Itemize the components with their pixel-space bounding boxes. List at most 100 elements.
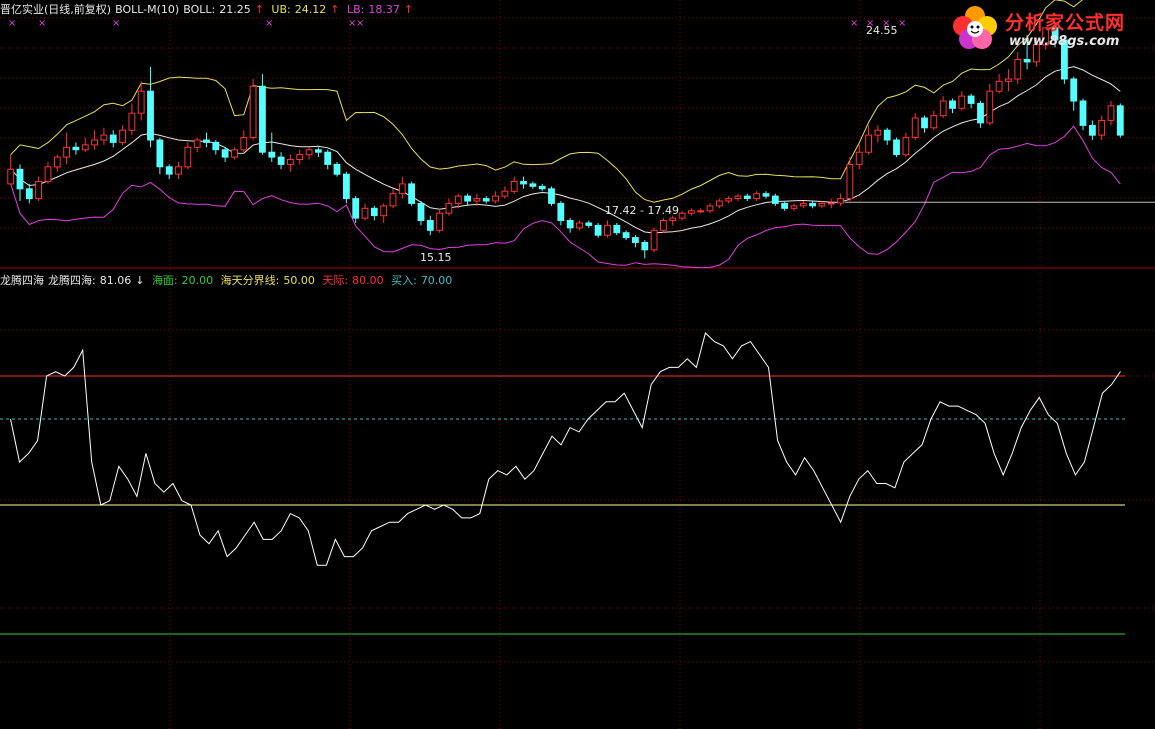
- cross-marker: ×: [112, 18, 120, 29]
- candle-down: [781, 202, 789, 209]
- candle-up: [380, 205, 388, 217]
- lb-up-arrow-icon: ↑: [403, 3, 414, 16]
- candle-up: [492, 195, 500, 202]
- candle-down: [259, 85, 266, 153]
- stock-title: 晋亿实业(日线,前复权): [0, 3, 112, 16]
- candle-down: [426, 220, 434, 231]
- sea-value: 20.00: [181, 274, 214, 287]
- candle-up: [930, 115, 938, 129]
- site-logo: 分析家公式网 www.88gs.com: [947, 2, 1147, 54]
- cross-marker: ×: [850, 18, 858, 29]
- candle-up: [846, 163, 854, 200]
- logo-url: www.88gs.com: [1009, 34, 1120, 49]
- candle-down: [641, 242, 649, 251]
- candle-up: [63, 146, 71, 158]
- candle-down: [893, 139, 900, 156]
- candle-up: [650, 229, 658, 251]
- sky-value: 80.00: [352, 274, 384, 287]
- candle-down: [585, 222, 593, 226]
- candle-up: [137, 90, 145, 114]
- candle-down: [967, 95, 975, 104]
- sea-label: 海面:: [151, 274, 178, 287]
- candle-down: [464, 195, 472, 202]
- lb-value: 18.37: [368, 3, 400, 16]
- candle-up: [902, 137, 910, 156]
- indicator-header: 龙腾四海 龙腾四海: 81.06 ↓ 海面: 20.00 海天分界线: 50.00 天际:…: [0, 274, 456, 288]
- candle-up: [184, 146, 192, 168]
- candle-down: [16, 168, 24, 190]
- candle-down: [109, 134, 117, 143]
- candle-up: [855, 151, 863, 165]
- candle-up: [53, 156, 61, 168]
- ub-up-arrow-icon: ↑: [330, 3, 340, 16]
- candle-down: [333, 163, 341, 175]
- candle-up: [874, 129, 882, 136]
- cross-marker: ×: [8, 18, 16, 29]
- candle-up: [249, 85, 257, 139]
- candle-down: [1023, 59, 1031, 63]
- flower-logo-icon: [953, 6, 997, 49]
- candle-up: [734, 195, 742, 200]
- candle-up: [44, 166, 52, 182]
- candle-up: [231, 149, 238, 158]
- lb-label: LB:: [346, 3, 365, 16]
- price-range-label: 17.42 - 17.49: [605, 204, 679, 217]
- candle-up: [7, 168, 15, 185]
- candle-up: [576, 222, 583, 229]
- candle-up: [305, 149, 313, 156]
- candle-up: [100, 134, 108, 141]
- candle-down: [622, 232, 630, 239]
- candle-up: [995, 80, 1003, 92]
- boll-label: BOLL:: [183, 3, 216, 16]
- candle-down: [613, 224, 621, 234]
- down-arrow-icon: ↓: [135, 274, 145, 287]
- ub-value: 24.12: [294, 3, 327, 16]
- candle-up: [445, 202, 453, 214]
- candle-up: [660, 220, 667, 231]
- candle-down: [743, 195, 751, 200]
- candle-down: [72, 146, 80, 151]
- candle-up: [175, 166, 182, 175]
- candle-down: [557, 202, 565, 221]
- candle-up: [939, 100, 947, 117]
- candle-up: [389, 193, 397, 207]
- candle-up: [128, 112, 136, 131]
- candle-down: [417, 202, 425, 221]
- indicator-name: BOLL-M(10): [115, 3, 180, 16]
- candle-down: [1079, 100, 1087, 126]
- candle-up: [1107, 105, 1115, 121]
- candle-up: [697, 210, 705, 213]
- candle-down: [809, 202, 817, 207]
- candle-up: [827, 202, 835, 205]
- candle-up: [1014, 59, 1022, 80]
- candle-down: [762, 193, 770, 197]
- divide-value: 50.00: [283, 274, 315, 287]
- candle-up: [865, 134, 873, 153]
- candle-down: [352, 198, 360, 219]
- line-value: 81.06: [99, 274, 132, 287]
- candle-up: [958, 95, 966, 109]
- cross-marker: ×: [356, 18, 364, 29]
- candle-up: [818, 202, 826, 207]
- candle-up: [240, 137, 248, 151]
- candle-down: [315, 149, 322, 153]
- candle-up: [287, 159, 294, 165]
- cross-marker: ×: [898, 18, 906, 29]
- candle-up: [911, 117, 919, 138]
- candle-down: [1070, 78, 1078, 102]
- candle-down: [221, 149, 229, 158]
- candle-up: [790, 205, 798, 209]
- candle-down: [156, 139, 164, 168]
- candle-down: [883, 129, 891, 141]
- candle-down: [1116, 105, 1124, 136]
- candle-up: [193, 139, 201, 148]
- candle-down: [548, 188, 555, 204]
- candle-up: [753, 193, 761, 200]
- price-header: 晋亿实业(日线,前复权) BOLL-M(10) BOLL: 21.25 ↑ UB: 24.…: [0, 3, 417, 17]
- candle-down: [529, 183, 537, 187]
- candle-up: [81, 144, 89, 151]
- candle-down: [212, 141, 220, 151]
- candle-up: [1098, 120, 1106, 136]
- line-label: 龙腾四海:: [48, 274, 96, 287]
- candle-down: [538, 185, 546, 190]
